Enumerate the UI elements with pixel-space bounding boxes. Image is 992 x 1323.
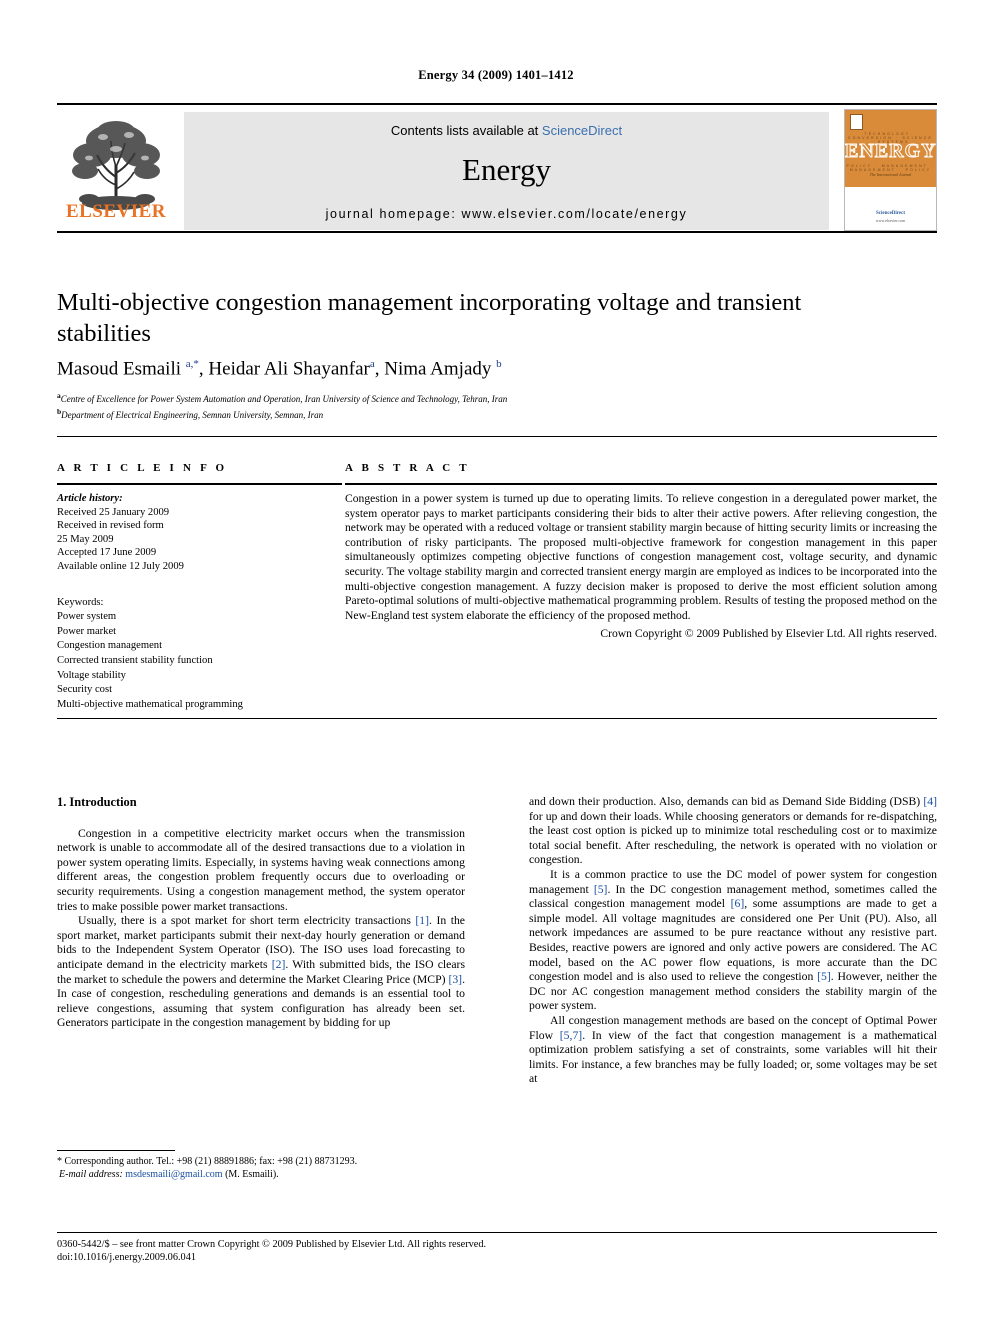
email-owner: (M. Esmaili). <box>225 1169 279 1180</box>
footer-divider <box>57 1232 937 1233</box>
citation-ref[interactable]: [4] <box>923 795 937 808</box>
abstract-rule <box>345 483 937 485</box>
divider-above-info <box>57 436 937 437</box>
body-column-right: and down their production. Also, demands… <box>529 795 937 1087</box>
keyword-item: Voltage stability <box>57 669 126 681</box>
article-page: Energy 34 (2009) 1401–1412 ELSEVIER Cont… <box>0 0 992 1323</box>
keyword-item: Security cost <box>57 684 113 696</box>
journal-cover-thumbnail: TECHNOLOGY · CONVERSION · SCIENCE · SYST… <box>844 109 937 231</box>
elsevier-wordmark: ELSEVIER <box>65 201 167 222</box>
email-link[interactable]: msdesmaili@gmail.com <box>125 1169 222 1180</box>
journal-homepage-url[interactable]: journal homepage: www.elsevier.com/locat… <box>184 207 829 221</box>
cover-url: www.elsevier.com <box>875 218 906 223</box>
cover-elsevier-mini-logo <box>850 114 863 130</box>
article-info-rule <box>57 483 342 485</box>
abstract-text: Congestion in a power system is turned u… <box>345 492 937 622</box>
article-history-block: Article history: Received 25 January 200… <box>57 492 342 574</box>
section-heading-introduction: 1. Introduction <box>57 795 137 809</box>
cover-topics-bottom: POLICY · MANAGEMENT · MANAGEMENT · POLIC… <box>846 164 935 172</box>
history-revised-date: 25 May 2009 <box>57 533 114 545</box>
cover-top-panel: TECHNOLOGY · CONVERSION · SCIENCE · SYST… <box>845 110 936 187</box>
cover-title: ENERGY <box>845 140 937 163</box>
running-head: Energy 34 (2009) 1401–1412 <box>418 68 574 82</box>
paragraph-with-refs: Usually, there is a spot market for shor… <box>57 914 465 1030</box>
paragraph: Congestion in a competitive electricity … <box>57 826 465 913</box>
article-title: Multi-objective congestion management in… <box>57 289 802 347</box>
citation-ref[interactable]: [6] <box>731 897 745 910</box>
abstract-column: A B S T R A C T Congestion in a power sy… <box>345 462 937 640</box>
author-list: Masoud Esmaili a,*, Heidar Ali Shayanfar… <box>57 358 502 380</box>
email-line: E-mail address: msdesmaili@gmail.com (M.… <box>57 1168 465 1181</box>
citation-ref[interactable]: [5,7] <box>560 1029 582 1042</box>
article-history-label: Article history: <box>57 493 123 504</box>
affiliation-a: aCentre of Excellence for Power System A… <box>57 391 508 404</box>
abstract-label: A B S T R A C T <box>345 462 470 474</box>
history-accepted: Accepted 17 June 2009 <box>57 547 157 559</box>
history-received: Received 25 January 2009 <box>57 506 170 518</box>
citation-ref[interactable]: [3] <box>448 973 462 986</box>
body-column-left: 1. Introduction Congestion in a competit… <box>57 795 465 1031</box>
citation-ref[interactable]: [2] <box>272 958 286 971</box>
divider-below-abstract <box>57 718 937 719</box>
corresponding-author-footnote: * Corresponding author. Tel.: +98 (21) 8… <box>57 1155 465 1181</box>
paragraph-with-refs: and down their production. Also, demands… <box>529 795 937 867</box>
footnote-divider <box>57 1150 175 1151</box>
keyword-item: Corrected transient stability function <box>57 654 213 666</box>
email-label: E-mail address: <box>59 1169 123 1180</box>
affiliation-list: aCentre of Excellence for Power System A… <box>57 390 877 421</box>
contents-prefix: Contents lists available at <box>390 123 542 138</box>
keyword-item: Congestion management <box>57 640 163 652</box>
citation-ref[interactable]: [5] <box>594 883 608 896</box>
article-info-column: A R T I C L E I N F O Article history: R… <box>57 462 342 712</box>
keyword-item: Multi-objective mathematical programming <box>57 698 243 710</box>
citation-ref[interactable]: [1] <box>415 914 429 927</box>
affiliation-b: bDepartment of Electrical Engineering, S… <box>57 406 324 420</box>
page-footer: 0360-5442/$ – see front matter Crown Cop… <box>57 1238 757 1264</box>
corresponding-author-line: * Corresponding author. Tel.: +98 (21) 8… <box>57 1156 358 1167</box>
keywords-block: Keywords: Power system Power market Cong… <box>57 596 342 713</box>
keyword-item: Power market <box>57 625 117 637</box>
paragraph-with-refs: All congestion management methods are ba… <box>529 1013 937 1086</box>
paragraph-with-refs: It is a common practice to use the DC mo… <box>529 867 937 1013</box>
journal-masthead: ELSEVIER Contents lists available at Sci… <box>57 103 937 233</box>
doi-line: doi:10.1016/j.energy.2009.06.041 <box>57 1252 196 1263</box>
article-info-label: A R T I C L E I N F O <box>57 462 228 474</box>
abstract-copyright: Crown Copyright © 2009 Published by Else… <box>600 627 937 641</box>
sciencedirect-link[interactable]: ScienceDirect <box>542 123 622 138</box>
cover-sciencedirect-mark: ScienceDirect <box>875 211 906 216</box>
citation-ref[interactable]: [5] <box>817 970 831 983</box>
cover-subtitle: The International Journal <box>869 172 912 177</box>
journal-title: Energy <box>462 152 551 187</box>
contents-available-line: Contents lists available at ScienceDirec… <box>184 123 829 138</box>
front-matter-line: 0360-5442/$ – see front matter Crown Cop… <box>57 1239 487 1250</box>
sciencedirect-banner: Contents lists available at ScienceDirec… <box>184 112 829 230</box>
history-revised-label: Received in revised form <box>57 520 164 532</box>
keyword-item: Power system <box>57 611 117 623</box>
history-available-online: Available online 12 July 2009 <box>57 560 184 572</box>
keywords-label: Keywords: <box>57 596 104 608</box>
